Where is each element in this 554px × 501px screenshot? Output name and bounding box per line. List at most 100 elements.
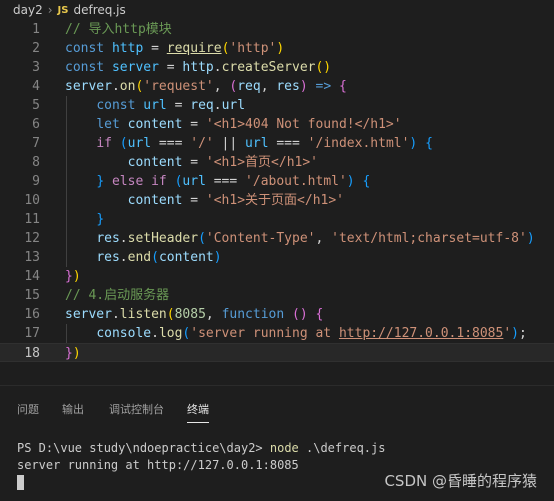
- code-line[interactable]: 15 // 4.启动服务器: [0, 286, 554, 305]
- code-line[interactable]: 13 res.end(content): [0, 248, 554, 267]
- code-token: if: [96, 136, 120, 151]
- line-number: 7: [32, 136, 40, 151]
- code-token: ;: [519, 326, 527, 341]
- code-line[interactable]: 1 // 导入http模块: [0, 20, 554, 39]
- code-line[interactable]: 14}): [0, 267, 554, 286]
- line-number: 8: [32, 155, 40, 170]
- tab-terminal[interactable]: 终端: [187, 401, 209, 423]
- code-token: }: [96, 174, 105, 189]
- code-text: content = '<h1>首页</h1>': [65, 153, 318, 172]
- code-token: (): [292, 307, 308, 322]
- breadcrumb-folder[interactable]: day2: [13, 3, 43, 17]
- code-token: if: [151, 174, 175, 189]
- code-token: let: [96, 117, 128, 132]
- code-line[interactable]: 10 content = '<h1>关于页面</h1>': [0, 191, 554, 210]
- tab-problems[interactable]: 问题: [17, 401, 39, 417]
- code-token: ': [503, 326, 512, 341]
- code-token: (: [198, 231, 206, 246]
- code-line[interactable]: 12 res.setHeader('Content-Type', 'text/h…: [0, 229, 554, 248]
- code-token: server: [111, 60, 159, 75]
- code-token: setHeader: [127, 231, 199, 246]
- code-token: ,: [205, 307, 222, 322]
- code-token: ===: [151, 136, 191, 151]
- terminal-args: .\defreq.js: [298, 441, 386, 455]
- line-number: 3: [32, 60, 40, 75]
- code-token: ): [276, 41, 285, 56]
- code-line[interactable]: 4 server.on('request', (req, res) => {: [0, 77, 554, 96]
- code-token: const: [96, 98, 144, 113]
- terminal-command: node: [269, 441, 299, 455]
- line-number: 6: [32, 117, 40, 132]
- line-number: 18: [24, 346, 40, 361]
- code-token: (: [151, 250, 159, 265]
- code-line[interactable]: 17 console.log('server running at http:/…: [0, 324, 554, 343]
- code-line[interactable]: 7 if (url === '/' || url === '/index.htm…: [0, 134, 554, 153]
- line-number: 16: [24, 307, 40, 322]
- code-text: } else if (url === '/about.html') {: [65, 172, 370, 191]
- breadcrumb: day2 › JS defreq.js: [0, 0, 554, 20]
- code-text: }): [65, 267, 81, 286]
- code-token: =>: [315, 79, 332, 94]
- code-token: end: [127, 250, 152, 265]
- code-token: 'request': [143, 79, 214, 94]
- code-token: ===: [268, 136, 308, 151]
- code-token: ): [346, 174, 355, 189]
- terminal-prompt: PS D:\vue study\ndoepractice\day2>: [17, 441, 270, 455]
- code-token: ===: [205, 174, 246, 189]
- code-token: =: [158, 60, 183, 75]
- code-token: =: [182, 193, 206, 208]
- code-token: '<h1>关于页面</h1>': [205, 193, 344, 208]
- code-text: server.listen(8085, function () {: [65, 305, 323, 324]
- code-token: 8085: [174, 307, 206, 322]
- code-token: require: [166, 41, 222, 56]
- code-token: .: [111, 79, 120, 94]
- code-token: =: [182, 155, 206, 170]
- code-token: url: [221, 98, 246, 113]
- code-token: ,: [315, 231, 332, 246]
- code-line[interactable]: 18}): [0, 343, 554, 362]
- code-line[interactable]: 8 content = '<h1>首页</h1>': [0, 153, 554, 172]
- code-token: // 导入http模块: [65, 22, 172, 37]
- code-token: ): [72, 346, 81, 361]
- tab-output[interactable]: 输出: [62, 401, 84, 417]
- tab-debug-console[interactable]: 调试控制台: [109, 401, 164, 417]
- code-token: .: [213, 60, 222, 75]
- code-token: url: [143, 98, 167, 113]
- code-line[interactable]: 2 const http = require('http'): [0, 39, 554, 58]
- terminal-command-line[interactable]: PS D:\vue study\ndoepractice\day2> node …: [17, 441, 385, 455]
- code-token: '<h1>首页</h1>': [205, 155, 318, 170]
- code-token: http: [182, 60, 214, 75]
- code-token: url: [245, 136, 269, 151]
- code-line[interactable]: 5 const url = req.url: [0, 96, 554, 115]
- terminal-cursor: [17, 475, 24, 490]
- code-token: {: [315, 307, 324, 322]
- breadcrumb-file[interactable]: defreq.js: [73, 3, 125, 17]
- code-token: '/': [190, 136, 214, 151]
- code-token: on: [119, 79, 136, 94]
- code-line[interactable]: 6 let content = '<h1>404 Not found!</h1>…: [0, 115, 554, 134]
- code-editor[interactable]: 1// 导入http模块 2 const http = require('http'…: [0, 20, 554, 365]
- code-token: res: [96, 250, 120, 265]
- code-line[interactable]: 9 } else if (url === '/about.html') {: [0, 172, 554, 191]
- code-line[interactable]: 16 server.listen(8085, function () {: [0, 305, 554, 324]
- code-line[interactable]: 11 }: [0, 210, 554, 229]
- code-token: ||: [213, 136, 246, 151]
- code-token: console: [96, 326, 152, 341]
- line-number: 10: [24, 193, 40, 208]
- code-line[interactable]: 3 const server = http.createServer(): [0, 58, 554, 77]
- code-token: }: [65, 269, 73, 284]
- code-token: http://127.0.0.1:8085: [338, 326, 504, 341]
- code-token: res: [276, 79, 300, 94]
- line-number: 11: [24, 212, 40, 227]
- line-number: 14: [24, 269, 40, 284]
- code-token: // 4.启动服务器: [65, 288, 170, 303]
